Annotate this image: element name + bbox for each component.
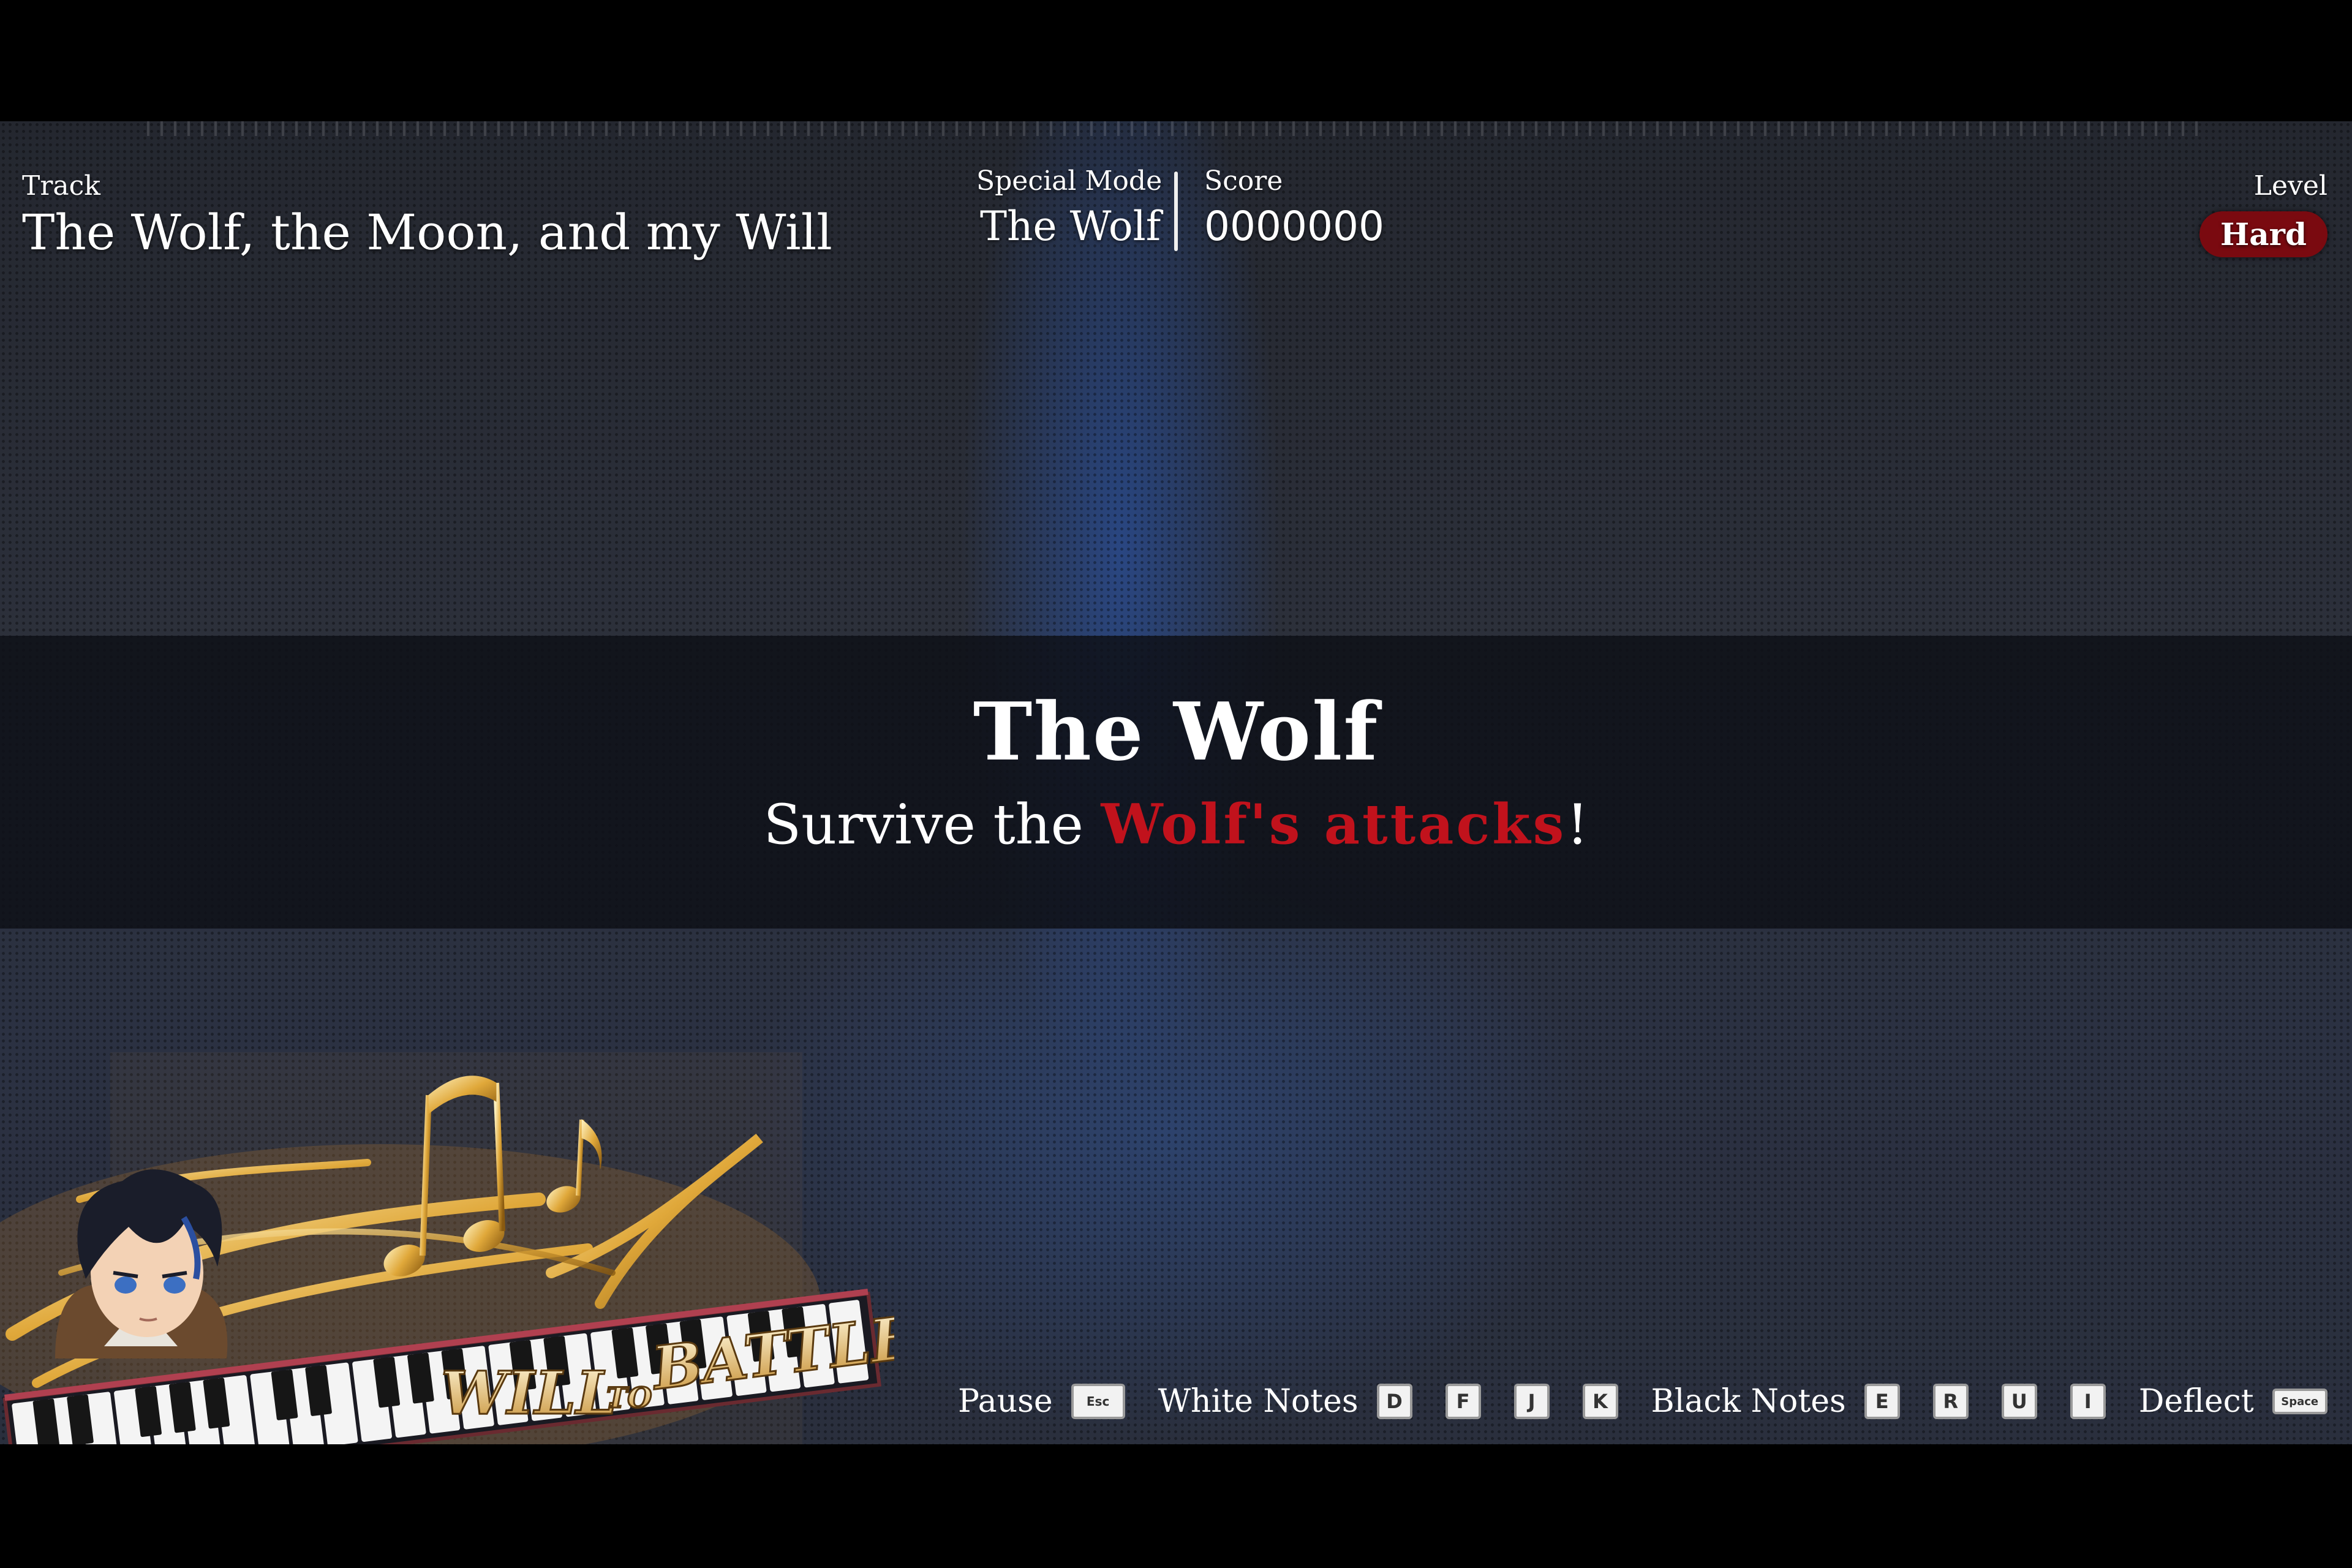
track-title: The Wolf, the Moon, and my Will bbox=[22, 204, 832, 261]
score-label: Score bbox=[1204, 165, 1283, 197]
controls-legend: Pause Esc White Notes D F J K Black Note… bbox=[958, 1377, 2352, 1426]
special-mode-info: Special Mode The Wolf bbox=[976, 165, 1162, 250]
key-d: D bbox=[1376, 1384, 1412, 1419]
score-value: 0000000 bbox=[1204, 203, 1384, 250]
key-f: F bbox=[1445, 1384, 1481, 1419]
key-r: R bbox=[1932, 1384, 1969, 1419]
level-label: Level bbox=[2253, 170, 2328, 202]
esc-key-icon: Esc bbox=[1071, 1384, 1125, 1419]
white-notes-label: White Notes bbox=[1158, 1383, 1359, 1420]
logo-text-to: TO bbox=[606, 1381, 652, 1414]
level-info: Level Hard bbox=[2199, 170, 2328, 257]
key-j: J bbox=[1513, 1384, 1550, 1419]
deflect-label: Deflect bbox=[2138, 1383, 2254, 1420]
track-info: Track The Wolf, the Moon, and my Will bbox=[22, 170, 832, 261]
banner-title: The Wolf bbox=[973, 685, 1379, 778]
special-mode-label: Special Mode bbox=[976, 165, 1163, 197]
key-e: E bbox=[1864, 1384, 1900, 1419]
banner-subtitle-prefix: Survive the bbox=[763, 793, 1101, 857]
black-notes-label: Black Notes bbox=[1651, 1383, 1846, 1420]
banner-subtitle-suffix: ! bbox=[1566, 793, 1589, 857]
game-stage: Track The Wolf, the Moon, and my Will Sp… bbox=[0, 121, 2352, 1444]
logo-text-will: WILL bbox=[441, 1359, 617, 1428]
special-mode-value: The Wolf bbox=[980, 203, 1161, 250]
key-i: I bbox=[2070, 1384, 2106, 1419]
key-u: U bbox=[2001, 1384, 2037, 1419]
mode-banner: The Wolf Survive the Wolf's attacks! bbox=[0, 636, 2352, 929]
will-to-battle-logo: WILL TO BATTLE bbox=[0, 1052, 894, 1444]
score-info: Score 0000000 bbox=[1204, 165, 1384, 250]
banner-subtitle: Survive the Wolf's attacks! bbox=[0, 792, 2352, 857]
pause-label: Pause bbox=[958, 1383, 1053, 1420]
space-key-icon: Space bbox=[2272, 1389, 2328, 1414]
track-label: Track bbox=[22, 170, 100, 202]
key-k: K bbox=[1582, 1384, 1618, 1419]
banner-subtitle-highlight: Wolf's attacks bbox=[1101, 792, 1567, 857]
hud-divider bbox=[1174, 172, 1178, 251]
top-rhythm-strip bbox=[147, 121, 2205, 136]
level-badge: Hard bbox=[2199, 211, 2328, 257]
